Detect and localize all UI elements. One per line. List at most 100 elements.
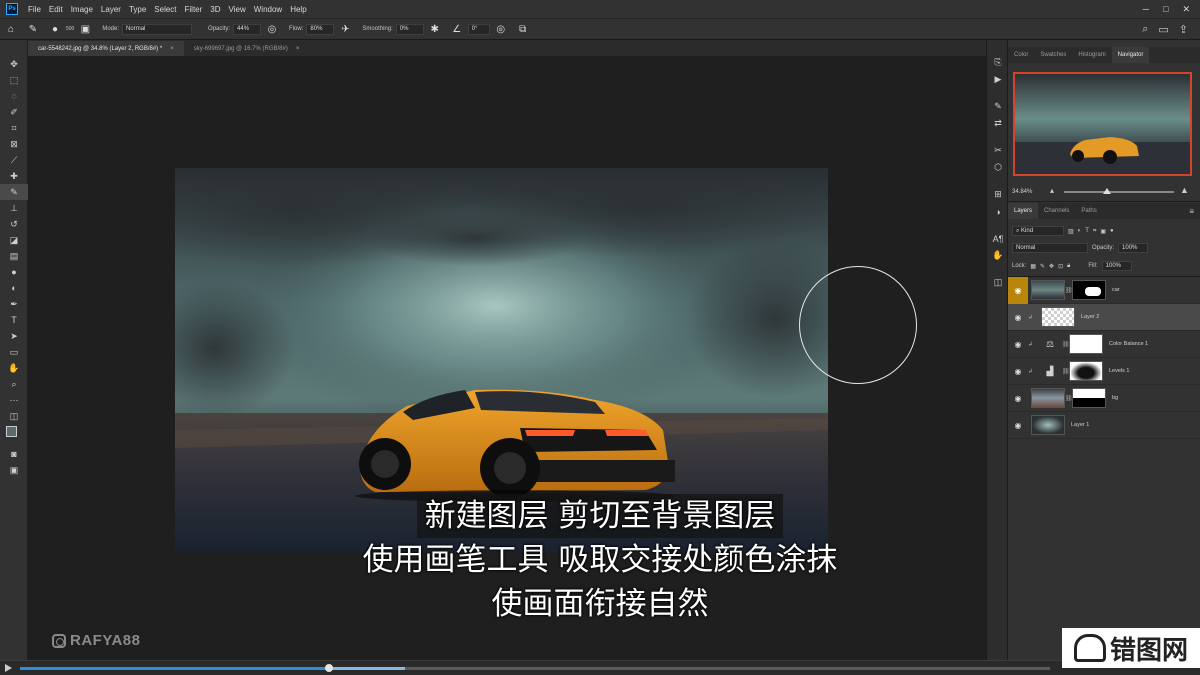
filter-toggle-icon[interactable]: ● [1110,228,1114,234]
default-colors-icon[interactable]: ◫ [0,408,28,424]
layer-mask-thumbnail[interactable] [1069,334,1103,354]
panel-menu-icon[interactable]: ≡ [1189,207,1200,216]
layer-kind-filter[interactable]: ⌕ Kind [1012,226,1064,236]
layer-row-layer-2[interactable]: ◉ ↲ Layer 2 [1008,304,1200,331]
smoothing-field[interactable]: 0% [395,23,424,35]
menu-type[interactable]: Type [125,5,150,14]
play-icon[interactable] [5,664,12,672]
screen-mode-icon[interactable]: ▣ [0,462,28,478]
visibility-eye-icon[interactable]: ◉ [1008,276,1028,304]
eyedropper-tool-icon[interactable]: ⟋ [0,152,28,168]
menu-layer[interactable]: Layer [97,5,125,14]
menu-filter[interactable]: Filter [181,5,207,14]
paragraph-icon[interactable]: A¶ [987,230,1009,247]
history-brush-tool-icon[interactable]: ↺ [0,216,28,232]
lock-transparent-icon[interactable]: ▦ [1030,263,1036,270]
lock-all-icon[interactable]: 🔒︎ [1067,263,1070,270]
path-selection-tool-icon[interactable]: ➤ [0,328,28,344]
lasso-tool-icon[interactable]: ◌ [0,88,28,104]
pen-tool-icon[interactable]: ✒ [0,296,28,312]
actions-play-icon[interactable]: ▶ [987,71,1009,88]
quick-select-tool-icon[interactable]: ✐ [0,104,28,120]
filter-pixel-icon[interactable]: ▨ [1068,228,1074,235]
layer-mask-thumbnail[interactable] [1072,280,1106,300]
type-tool-icon[interactable]: T [0,312,28,328]
lock-pixels-icon[interactable]: ✎ [1040,263,1045,270]
home-icon[interactable]: ⌂ [3,21,19,37]
tab-histogram[interactable]: Histogram [1072,47,1111,63]
styles-icon[interactable]: ◑ [987,203,1009,220]
layer-mask-thumbnail[interactable] [1072,388,1106,408]
visibility-eye-icon[interactable]: ◉ [1008,304,1028,331]
clone-stamp-tool-icon[interactable]: ⊥ [0,200,28,216]
eraser-tool-icon[interactable]: ◪ [0,232,28,248]
search-icon[interactable]: ⌕ [1142,23,1148,36]
brush-settings-icon[interactable]: ▣ [77,21,93,37]
filter-type-icon[interactable]: T [1085,228,1089,234]
visibility-eye-icon[interactable]: ◉ [1008,385,1028,412]
shape-tool-icon[interactable]: ▭ [0,344,28,360]
layer-fill-field[interactable]: 100% [1101,261,1132,271]
healing-brush-tool-icon[interactable]: ✚ [0,168,28,184]
workspace-icon[interactable]: ▭ [1158,23,1168,36]
tab-channels[interactable]: Channels [1038,203,1075,219]
gradient-tool-icon[interactable]: ▤ [0,248,28,264]
adjustments-icon[interactable]: ⇄ [987,115,1009,132]
zoom-out-icon[interactable]: ▴ [1050,186,1054,195]
brush-settings-panel-icon[interactable]: ✎ [987,98,1009,115]
maximize-button[interactable]: □ [1163,4,1168,15]
tab-sky-document[interactable]: sky-699697.jpg @ 16.7% (RGB/8#) × [184,41,310,56]
glyphs-icon[interactable]: ✋ [987,247,1009,264]
brush-tool-icon[interactable]: ✎ [0,184,28,200]
filter-smart-object-icon[interactable]: ▣ [1100,228,1106,235]
tab-color[interactable]: Color [1008,47,1034,63]
tab-swatches[interactable]: Swatches [1034,47,1072,63]
airbrush-icon[interactable]: ✈ [337,21,353,37]
layer-opacity-field[interactable]: 100% [1118,243,1149,253]
pressure-opacity-icon[interactable]: ◎ [264,21,280,37]
tab-car-document[interactable]: car-5548242.jpg @ 34.8% (Layer 2, RGB/8#… [28,41,184,56]
history-icon[interactable]: ⎘ [987,54,1009,71]
menu-window[interactable]: Window [250,5,286,14]
menu-image[interactable]: Image [67,5,97,14]
frame-tool-icon[interactable]: ⊠ [0,136,28,152]
smoothing-options-icon[interactable]: ✱ [427,21,443,37]
more-tools-icon[interactable]: ⋯ [0,392,28,408]
zoom-tool-icon[interactable]: ⌕ [0,376,28,392]
visibility-eye-icon[interactable]: ◉ [1008,358,1028,385]
blur-tool-icon[interactable]: ● [0,264,28,280]
angle-field[interactable]: 0° [467,23,490,35]
navigator-zoom-slider[interactable] [1064,191,1174,193]
close-tab-icon[interactable]: × [296,46,300,52]
brush-preset-icon[interactable]: ✎ [25,21,41,37]
menu-view[interactable]: View [225,5,250,14]
close-tab-icon[interactable]: × [170,46,174,52]
tab-navigator[interactable]: Navigator [1111,47,1150,63]
marquee-tool-icon[interactable]: ⬚ [0,72,28,88]
menu-edit[interactable]: Edit [45,5,67,14]
move-tool-icon[interactable]: ✥ [0,56,28,72]
blend-mode-select[interactable]: Normal [1012,243,1088,253]
flow-field[interactable]: 80% [306,23,335,35]
layer-row-bg[interactable]: ◉ ⛓ bg [1008,385,1200,412]
3d-icon[interactable]: ⬡ [987,159,1009,176]
tab-layers[interactable]: Layers [1008,203,1039,219]
foreground-color[interactable] [6,426,17,437]
symmetry-icon[interactable]: ⧉ [515,21,531,37]
navigator-zoom-knob[interactable] [1103,188,1111,194]
quick-mask-icon[interactable]: ◙ [0,446,28,462]
layer-row-color-balance[interactable]: ◉ ↲ ⚖ ⛓ Color Balance 1 [1008,331,1200,358]
crop-tool-icon[interactable]: ⌗ [0,120,28,136]
lock-artboard-icon[interactable]: ⊡ [1058,263,1063,270]
brush-size-icon[interactable]: ● [47,21,63,37]
layer-mask-thumbnail[interactable] [1069,361,1103,381]
zoom-in-icon[interactable]: ▲ [1180,185,1189,195]
layer-comps-icon[interactable]: ◫ [987,274,1009,291]
lock-position-icon[interactable]: ✥ [1049,263,1054,270]
visibility-eye-icon[interactable]: ◉ [1008,331,1028,358]
progress-knob[interactable] [325,664,333,672]
hand-tool-icon[interactable]: ✋ [0,360,28,376]
pressure-size-icon[interactable]: ◎ [493,21,509,37]
tools-presets-icon[interactable]: ✂ [987,142,1009,159]
close-window-button[interactable]: ✕ [1182,4,1190,15]
